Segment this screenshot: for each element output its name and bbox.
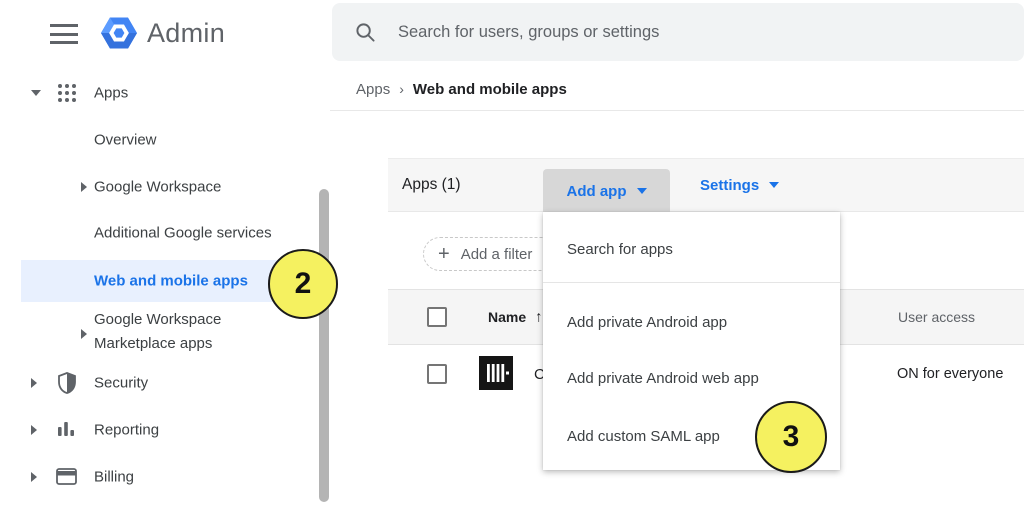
select-all-checkbox[interactable] [427, 307, 447, 327]
chevron-right-icon[interactable] [31, 472, 37, 482]
chevron-right-icon[interactable] [31, 425, 37, 435]
sidebar-item-label: Web and mobile apps [94, 273, 248, 290]
sidebar-item-google-workspace[interactable]: Google Workspace [0, 175, 318, 199]
apps-toolbar: Apps (1) Add app Settings [388, 158, 1024, 212]
settings-button-label: Settings [700, 177, 759, 194]
header-divider [330, 110, 1024, 111]
menu-item-add-private-android-app[interactable]: Add private Android app [543, 303, 840, 341]
add-filter-label: Add a filter [461, 246, 533, 263]
sidebar-item-apps[interactable]: Apps [0, 81, 318, 105]
sidebar-item-billing[interactable]: Billing [0, 465, 318, 489]
breadcrumb: Apps › Web and mobile apps [356, 79, 567, 99]
chevron-right-icon[interactable] [81, 329, 87, 339]
sort-ascending-icon[interactable]: ↑ [535, 309, 543, 326]
credit-card-icon [56, 468, 77, 485]
breadcrumb-separator: › [399, 81, 404, 97]
search-icon [355, 22, 376, 43]
add-app-button-label: Add app [567, 183, 627, 200]
apps-grid-icon [57, 83, 77, 103]
step-annotation-2: 2 [268, 249, 338, 319]
app-logo-icon [479, 356, 513, 390]
step-annotation-3: 3 [755, 401, 827, 473]
sidebar-item-additional-google-services[interactable]: Additional Google services [0, 221, 318, 245]
shield-icon [57, 372, 77, 394]
user-access-column-header: User access [898, 309, 975, 325]
chevron-down-icon [769, 182, 779, 188]
menu-item-add-private-android-web-app[interactable]: Add private Android web app [543, 359, 840, 397]
menu-divider [543, 282, 840, 283]
sidebar-item-security[interactable]: Security [0, 371, 318, 395]
chevron-down-icon [637, 188, 647, 194]
user-access-cell: ON for everyone [897, 366, 1003, 382]
chevron-right-icon[interactable] [31, 378, 37, 388]
name-column-header[interactable]: Name [488, 309, 526, 325]
sidebar-item-label: Reporting [94, 422, 159, 439]
breadcrumb-current: Web and mobile apps [413, 81, 567, 98]
apps-count-label: Apps (1) [402, 176, 461, 194]
sidebar-item-label: Google Workspace [94, 179, 221, 196]
menu-item-search-for-apps[interactable]: Search for apps [543, 230, 840, 268]
chevron-right-icon[interactable] [81, 182, 87, 192]
app-title: Admin [147, 18, 225, 49]
settings-button[interactable]: Settings [700, 159, 779, 211]
breadcrumb-apps-link[interactable]: Apps [356, 81, 390, 98]
sidebar-item-label: Google Workspace Marketplace apps [94, 308, 284, 356]
menu-hamburger-icon[interactable] [50, 24, 78, 44]
sidebar-item-label: Additional Google services [94, 225, 272, 242]
sidebar-item-label: Security [94, 375, 148, 392]
sidebar-item-label: Overview [94, 132, 157, 149]
global-search-bar[interactable] [332, 3, 1024, 61]
sidebar-item-reporting[interactable]: Reporting [0, 418, 318, 442]
sidebar-item-label: Billing [94, 469, 134, 486]
sidebar-scrollbar[interactable] [319, 189, 329, 502]
sidebar-item-overview[interactable]: Overview [0, 128, 318, 152]
sidebar-item-marketplace-apps[interactable]: Google Workspace Marketplace apps [0, 308, 318, 356]
plus-icon: + [438, 244, 450, 264]
bar-chart-icon [58, 421, 76, 438]
chevron-down-icon[interactable] [31, 90, 41, 96]
row-checkbox[interactable] [427, 364, 447, 384]
add-app-button[interactable]: Add app [543, 169, 670, 213]
search-input[interactable] [398, 23, 958, 42]
google-admin-logo-icon [99, 13, 139, 53]
sidebar-item-label: Apps [94, 85, 128, 102]
